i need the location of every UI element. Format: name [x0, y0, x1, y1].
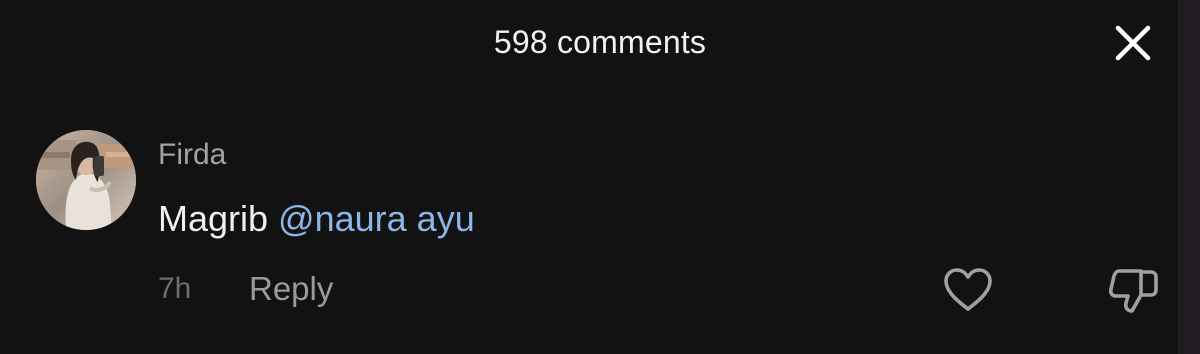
mention-link[interactable]: @naura ayu	[278, 198, 475, 239]
close-icon	[1115, 25, 1151, 61]
comment-body: Magrib @naura ayu	[158, 198, 475, 240]
like-button[interactable]	[942, 266, 994, 314]
dislike-button[interactable]	[1105, 266, 1161, 316]
thumbs-down-icon	[1108, 269, 1158, 313]
close-button[interactable]	[1113, 23, 1153, 63]
user-avatar-icon	[36, 130, 136, 230]
comment-timestamp: 7h	[158, 272, 192, 305]
heart-icon	[944, 268, 992, 311]
comment-text: Magrib	[158, 198, 279, 239]
comments-count-title: 598 comments	[493, 24, 707, 60]
comment-username[interactable]: Firda	[158, 138, 226, 172]
reply-button[interactable]: Reply	[249, 270, 333, 308]
avatar[interactable]	[36, 130, 136, 230]
